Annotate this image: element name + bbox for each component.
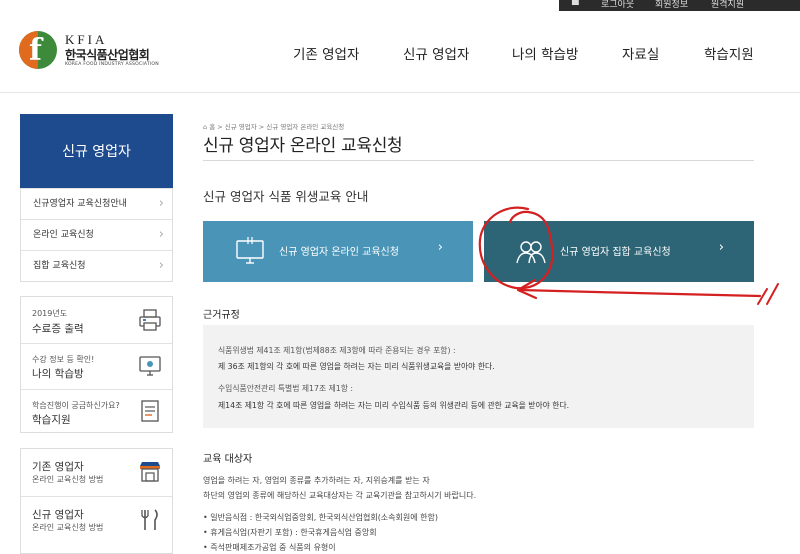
sidebar-item-label: 집합 교육신청 (33, 261, 86, 271)
guide-new-operator[interactable]: 신규 영업자 온라인 교육신청 방법 (21, 496, 172, 553)
annotation-slash-2 (766, 283, 779, 305)
chevron-right-icon: › (437, 240, 443, 255)
sidebar-item-label: 온라인 교육신청 (33, 230, 94, 240)
target-bullet: • 휴게음식업(자판기 포함) : 한국휴게음식업 중앙회 (203, 528, 377, 537)
nav-learning-support[interactable]: 학습지원 (704, 43, 754, 63)
sidebar-guide-links: 기존 영업자 온라인 교육신청 방법 신규 영업자 온라인 교육신청 방법 (20, 448, 173, 554)
breadcrumb-text: 홈 > 신규 영업자 > 신규 영업자 온라인 교육신청 (209, 123, 345, 131)
target-line: 하단의 영업의 종류에 해당하신 교육대상자는 각 교육기관을 참고하시기 바랍… (203, 491, 477, 500)
logo-ko: 한국식품산업협회 (65, 48, 150, 62)
target-title: 교육 대상자 (203, 454, 253, 465)
rule-line: 수입식품안전관리 특별법 제17조 제1항 : (218, 384, 354, 393)
quick-certificate[interactable]: 2019년도 수료증 출력 (21, 297, 172, 343)
remote-support-link[interactable]: 원격지원 (711, 0, 744, 10)
rule-line: 제14조 제1항 각 호에 따른 영업을 하려는 자는 미리 수입식품 등의 위… (218, 401, 570, 410)
site-header: f KFIA 한국식품산업협회 KOREA FOOD INDUSTRY ASSO… (0, 11, 800, 93)
title-divider (203, 160, 754, 161)
sidebar-item-group-application[interactable]: 집합 교육신청 › (21, 250, 172, 281)
guide-big-text: 기존 영업자 (32, 461, 84, 473)
logout-link[interactable]: 로그아웃 (601, 0, 634, 10)
sidebar-menu: 신규영업자 교육신청안내 › 온라인 교육신청 › 집합 교육신청 › (20, 188, 173, 282)
quick-learning-support[interactable]: 학습진행이 궁금하신가요? 학습지원 (21, 389, 172, 432)
button-label: 신규 영업자 온라인 교육신청 (279, 247, 399, 258)
button-label: 신규 영업자 집합 교육신청 (560, 247, 671, 258)
target-bullet: • 즉석판매제조가공업 중 식품의 유형이 (203, 543, 336, 552)
rule-line: 제 36조 제1항의 각 호에 따른 영업을 하려는 자는 미리 식품위생교육을… (218, 362, 495, 371)
sidebar-title: 신규 영업자 (20, 114, 173, 188)
logo-emblem-icon: f (19, 31, 57, 69)
annotation-arrow-head (516, 278, 538, 300)
store-icon (140, 462, 160, 482)
top-utility-bar: ■ 로그아웃 회원정보 원격지원 (0, 0, 800, 11)
nav-existing-operator[interactable]: 기존 영업자 (293, 43, 359, 63)
breadcrumb: ⌂ 홈 > 신규 영업자 > 신규 영업자 온라인 교육신청 (203, 121, 344, 131)
computer-icon (236, 237, 264, 264)
guide-small-text: 온라인 교육신청 방법 (32, 475, 104, 484)
nav-my-study-room[interactable]: 나의 학습방 (512, 43, 578, 63)
sidebar-item-label: 신규영업자 교육신청안내 (33, 199, 127, 209)
monitor-icon (139, 356, 161, 376)
fork-knife-icon (141, 509, 158, 530)
page-title: 신규 영업자 온라인 교육신청 (203, 136, 403, 156)
annotation-arrow-line (518, 288, 762, 298)
online-application-button[interactable]: 신규 영업자 온라인 교육신청 › (203, 221, 473, 282)
rule-line: 식품위생법 제41조 제1항(법제88조 제3항에 따라 준용되는 경우 포함)… (218, 346, 456, 355)
printer-icon (139, 309, 161, 331)
nav-resources[interactable]: 자료실 (622, 43, 659, 63)
target-bullet-text: 즉석판매제조가공업 중 식품의 유형이 (210, 543, 336, 552)
chevron-right-icon: › (158, 258, 164, 273)
member-info-link[interactable]: 회원정보 (655, 0, 688, 10)
nav-new-operator[interactable]: 신규 영업자 (403, 43, 469, 63)
target-bullet: • 일반음식점 : 한국외식업중앙회, 한국외식산업협회(소속회원에 한함) (203, 513, 438, 522)
chevron-right-icon: › (158, 227, 164, 242)
rules-title: 근거규정 (203, 310, 240, 321)
quick-big-text: 수료증 출력 (32, 323, 84, 335)
target-bullet-text: 휴게음식업(자판기 포함) : 한국휴게음식업 중앙회 (210, 528, 377, 537)
group-application-button[interactable]: 신규 영업자 집합 교육신청 › (484, 221, 754, 282)
quick-small-text: 2019년도 (32, 309, 68, 318)
quick-small-text: 학습진행이 궁금하신가요? (32, 401, 120, 410)
utility-icon[interactable]: ■ (571, 0, 580, 7)
guide-big-text: 신규 영업자 (32, 509, 84, 521)
guide-small-text: 온라인 교육신청 방법 (32, 523, 104, 532)
logo-sub: KOREA FOOD INDUSTRY ASSOCIATION (65, 62, 159, 67)
annotation-slash-1 (757, 288, 768, 305)
people-icon (516, 241, 546, 264)
sidebar-item-application-guide[interactable]: 신규영업자 교육신청안내 › (21, 188, 172, 219)
target-bullet-text: 일반음식점 : 한국외식업중앙회, 한국외식산업협회(소속회원에 한함) (210, 513, 438, 522)
chevron-right-icon: › (158, 196, 164, 211)
kfia-logo[interactable]: f KFIA 한국식품산업협회 KOREA FOOD INDUSTRY ASSO… (19, 31, 179, 71)
rules-box: 식품위생법 제41조 제1항(법제88조 제3항에 따라 준용되는 경우 포함)… (203, 325, 754, 428)
guide-existing-operator[interactable]: 기존 영업자 온라인 교육신청 방법 (21, 449, 172, 496)
section-title: 신규 영업자 식품 위생교육 안내 (203, 189, 369, 204)
quick-my-study-room[interactable]: 수강 정보 등 확인! 나의 학습방 (21, 343, 172, 389)
quick-big-text: 학습지원 (32, 414, 71, 426)
sidebar-quick-links: 2019년도 수료증 출력 수강 정보 등 확인! 나의 학습방 학습진행이 궁… (20, 296, 173, 433)
utility-links: ■ 로그아웃 회원정보 원격지원 (559, 0, 800, 11)
document-icon (141, 400, 159, 422)
sidebar-item-online-application[interactable]: 온라인 교육신청 › (21, 219, 172, 250)
target-line: 영업을 하려는 자, 영업의 종류를 추가하려는 자, 지위승계를 받는 자 (203, 476, 430, 485)
quick-small-text: 수강 정보 등 확인! (32, 355, 95, 364)
chevron-right-icon: › (718, 240, 724, 255)
quick-big-text: 나의 학습방 (32, 368, 84, 380)
